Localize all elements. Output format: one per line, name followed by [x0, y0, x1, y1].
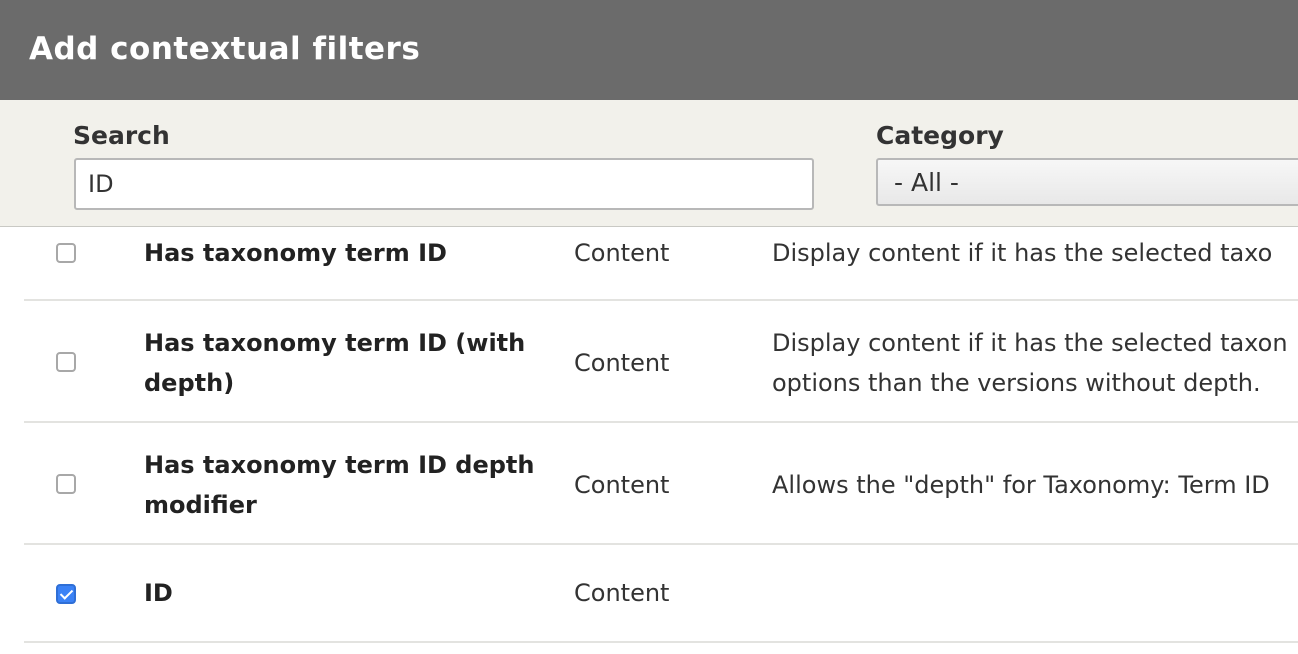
- option-category: Content: [574, 471, 670, 499]
- list-item: Has taxonomy term ID depth modifier Cont…: [24, 423, 1298, 545]
- list-item: ID Content: [24, 545, 1298, 643]
- row-checkbox[interactable]: [56, 584, 76, 604]
- add-contextual-filters-dialog: Add contextual filters Search Category -…: [0, 0, 1298, 654]
- option-description-line: Display content if it has the selected t…: [772, 329, 1288, 357]
- option-description-line: Display content if it has the selected t…: [772, 239, 1273, 267]
- search-label: Search: [73, 121, 170, 150]
- row-checkbox[interactable]: [56, 474, 76, 494]
- category-label: Category: [876, 121, 1004, 150]
- list-item: Has taxonomy term ID Content Display con…: [24, 227, 1298, 301]
- row-checkbox[interactable]: [56, 243, 76, 263]
- search-input[interactable]: [74, 158, 814, 210]
- category-select[interactable]: - All -: [876, 158, 1298, 206]
- option-name: Has taxonomy term ID depth modifier: [144, 451, 535, 519]
- dialog-titlebar: Add contextual filters: [0, 0, 1298, 100]
- option-name: Has taxonomy term ID: [144, 239, 447, 267]
- option-category: Content: [574, 239, 670, 267]
- filter-bar: Search Category - All -: [0, 100, 1298, 227]
- row-checkbox[interactable]: [56, 352, 76, 372]
- dialog-title: Add contextual filters: [29, 31, 421, 67]
- list-item: Has taxonomy term ID (with depth) Conten…: [24, 301, 1298, 423]
- option-description: Allows the "depth" for Taxonomy: Term ID: [772, 465, 1298, 505]
- option-description-line: options than the versions without depth.: [772, 369, 1261, 397]
- category-selected-value: - All -: [894, 168, 959, 197]
- filter-options-list: Has taxonomy term ID Content Display con…: [0, 227, 1298, 654]
- option-name: Has taxonomy term ID (with depth): [144, 329, 526, 397]
- option-description-line: Allows the "depth" for Taxonomy: Term ID: [772, 471, 1270, 499]
- option-name: ID: [144, 579, 173, 607]
- option-description: Display content if it has the selected t…: [772, 233, 1298, 273]
- option-category: Content: [574, 579, 670, 607]
- option-description: Display content if it has the selected t…: [772, 323, 1298, 403]
- option-category: Content: [574, 349, 670, 377]
